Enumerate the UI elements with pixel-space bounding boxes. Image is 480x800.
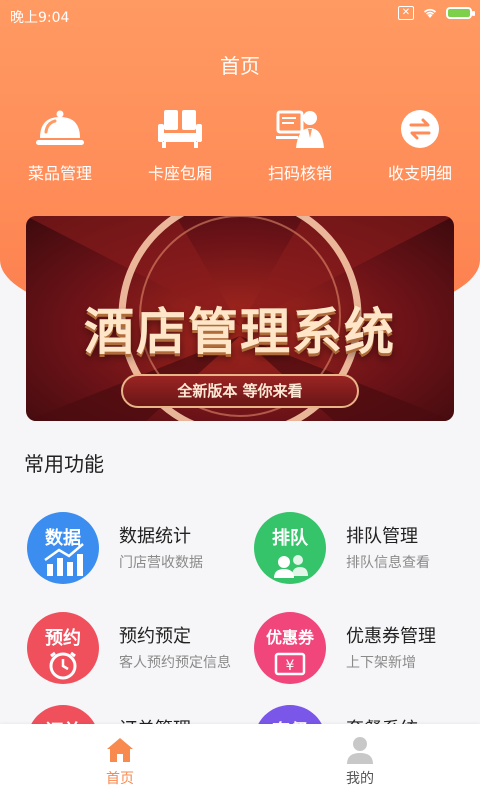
exchange-icon: [401, 110, 439, 148]
tab-home[interactable]: 首页: [0, 724, 240, 800]
coupon-icon: 优惠券 ¥: [254, 612, 326, 684]
feature-grid: 数据 数据统计 门店营收数据 排队 排队管理 排队信息查看 预约 预约预定 客人…: [0, 500, 480, 777]
quick-nav-label: 菜品管理: [27, 164, 92, 183]
banner-title: 酒店管理系统: [84, 303, 396, 361]
feature-desc: 客人预约预定信息: [119, 655, 231, 671]
feature-desc: 排队信息查看: [346, 555, 430, 571]
quick-nav-dishes[interactable]: 菜品管理: [0, 104, 120, 184]
feature-desc: 上下架新增: [346, 655, 416, 671]
tab-mine[interactable]: 我的: [240, 724, 480, 800]
bottom-tab-bar: 首页 我的: [0, 724, 480, 800]
page-title: 首页: [220, 54, 260, 78]
promo-banner[interactable]: 酒店管理系统 全新版本 等你来看: [26, 216, 454, 421]
chart-icon: 数据: [27, 512, 99, 584]
feature-name: 优惠券管理: [346, 626, 436, 647]
status-icons: ✕: [398, 6, 475, 20]
home-icon: [107, 738, 133, 762]
wifi-icon: [423, 8, 437, 18]
quick-nav-scan-verify[interactable]: 扫码核销: [240, 104, 360, 184]
tab-label: 首页: [106, 771, 134, 787]
feature-coupon[interactable]: 优惠券 ¥ 优惠券管理 上下架新增: [254, 612, 480, 702]
quick-nav-booths[interactable]: 卡座包厢: [120, 104, 240, 184]
no-sim-icon: ✕: [398, 6, 414, 20]
feature-queue[interactable]: 排队 排队管理 排队信息查看: [254, 512, 480, 602]
feature-desc: 门店营收数据: [119, 555, 203, 571]
quick-nav-label: 扫码核销: [267, 164, 332, 183]
feature-name: 数据统计: [119, 526, 191, 547]
alarm-clock-icon: 预约: [27, 612, 99, 684]
banner-subtitle: 全新版本 等你来看: [121, 374, 359, 408]
user-icon: [347, 737, 373, 764]
quick-nav-label: 收支明细: [387, 164, 452, 183]
tab-label: 我的: [346, 771, 374, 787]
svg-text:¥: ¥: [286, 658, 295, 674]
feature-name: 预约预定: [119, 626, 191, 647]
sofa-icon: [158, 110, 202, 148]
feature-data-stats[interactable]: 数据 数据统计 门店营收数据: [27, 512, 257, 602]
status-bar: 晚上9:04 ✕: [0, 0, 480, 32]
battery-icon: [446, 7, 475, 19]
status-time: 晚上9:04: [10, 10, 70, 26]
feature-name: 排队管理: [346, 526, 418, 547]
cloche-icon: [36, 110, 84, 145]
users-icon: 排队: [254, 512, 326, 584]
quick-nav: 菜品管理 卡座包厢 扫码核销 收支明细: [0, 104, 480, 194]
scan-verify-icon: [276, 110, 324, 148]
section-title: 常用功能: [24, 452, 104, 476]
quick-nav-label: 卡座包厢: [147, 164, 212, 183]
feature-reservation[interactable]: 预约 预约预定 客人预约预定信息: [27, 612, 257, 702]
quick-nav-income-expense[interactable]: 收支明细: [360, 104, 480, 184]
